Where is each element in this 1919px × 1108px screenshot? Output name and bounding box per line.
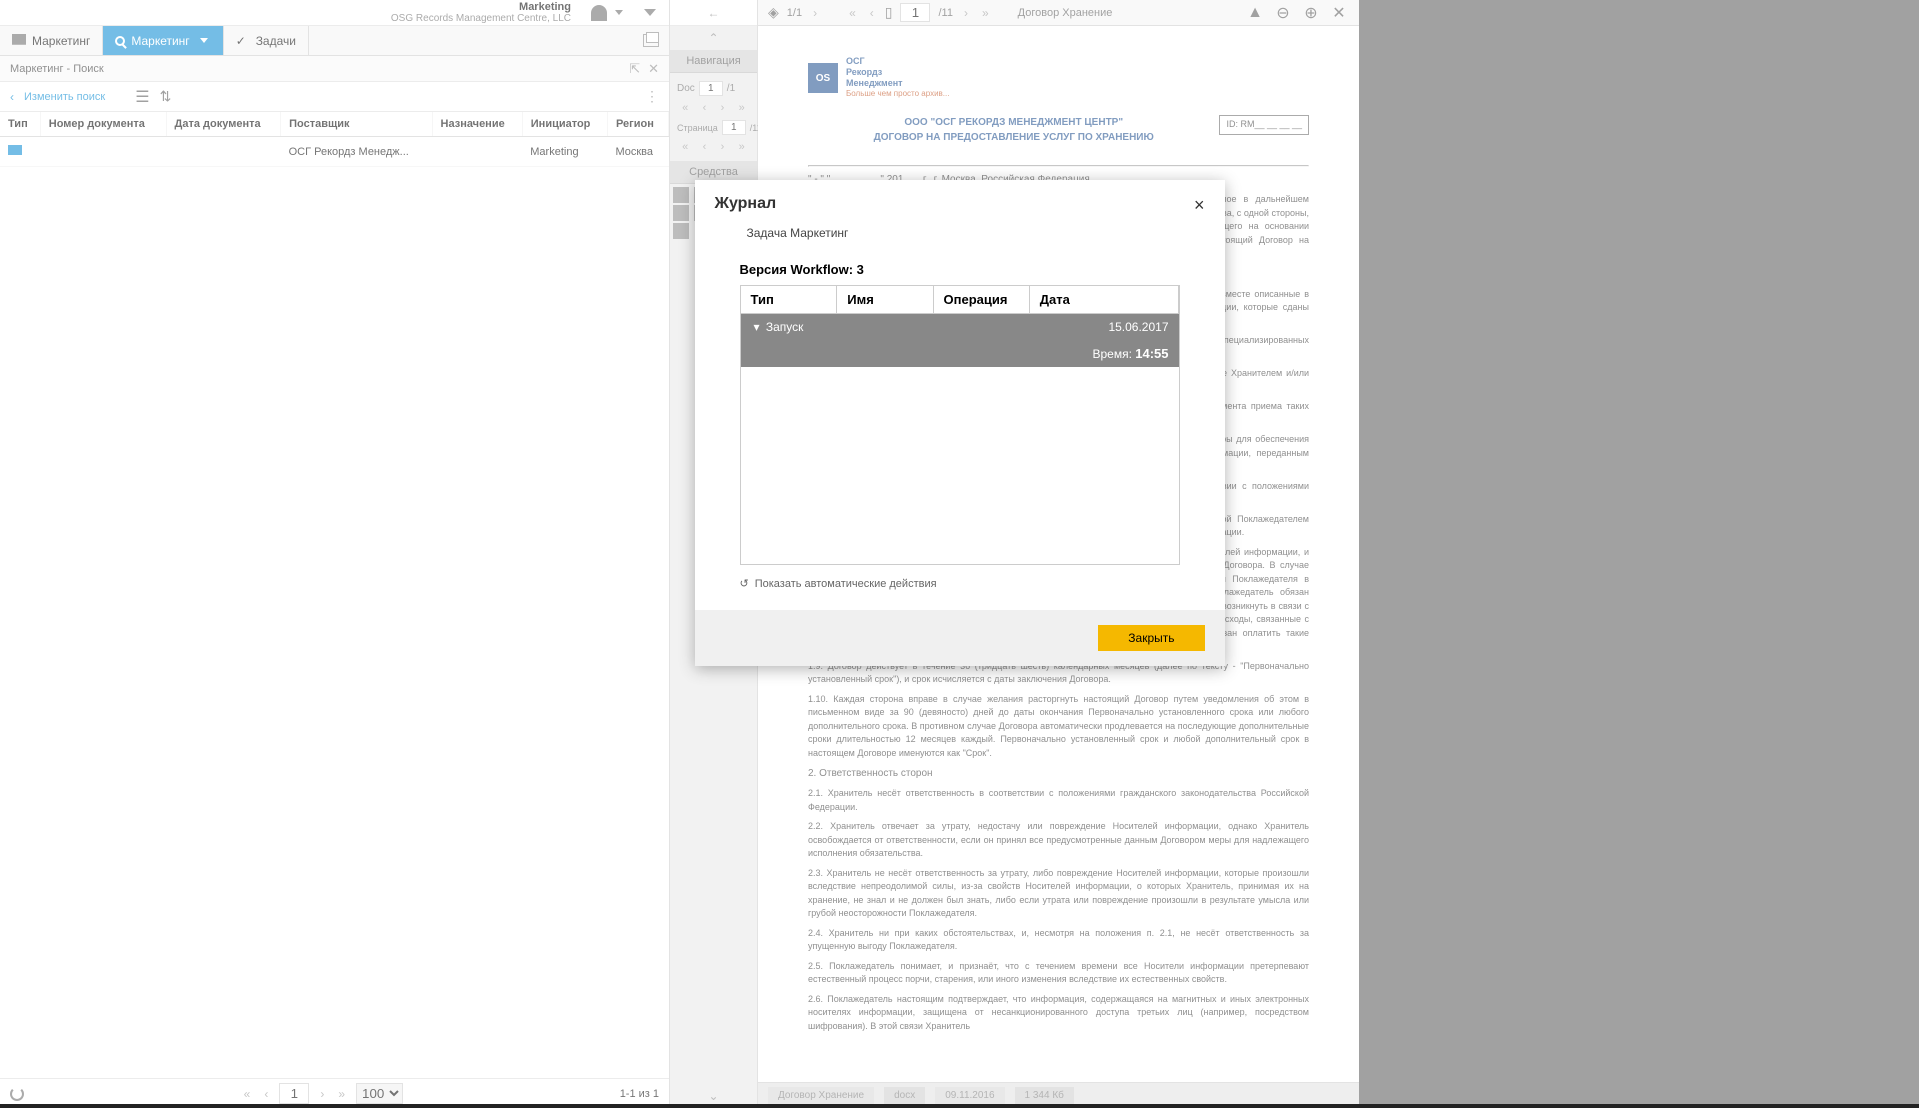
history-icon: ↺	[740, 577, 749, 590]
journal-table: Тип Имя Операция Дата	[741, 286, 1179, 314]
show-auto-actions-link[interactable]: ↺ Показать автоматические действия	[740, 565, 1180, 590]
journal-row-time: Время: 14:55	[741, 340, 1179, 367]
col-name: Имя	[837, 286, 933, 314]
journal-modal: Журнал × Задача Маркетинг Версия Workflo…	[695, 180, 1225, 666]
modal-title: Журнал	[715, 195, 777, 213]
modal-close-icon[interactable]: ×	[1194, 195, 1205, 216]
col-operation: Операция	[933, 286, 1029, 314]
journal-row[interactable]: ▾ Запуск 15.06.2017	[741, 314, 1179, 340]
workflow-version: Версия Workflow: 3	[740, 262, 1180, 277]
col-type: Тип	[741, 286, 837, 314]
col-date: Дата	[1029, 286, 1178, 314]
modal-overlay: Журнал × Задача Маркетинг Версия Workflo…	[0, 0, 1919, 1108]
modal-subtitle: Задача Маркетинг	[695, 226, 1225, 252]
close-button[interactable]: Закрыть	[1098, 625, 1204, 651]
taskbar	[0, 1104, 1919, 1108]
collapse-toggle-icon[interactable]: ▾	[751, 320, 763, 334]
